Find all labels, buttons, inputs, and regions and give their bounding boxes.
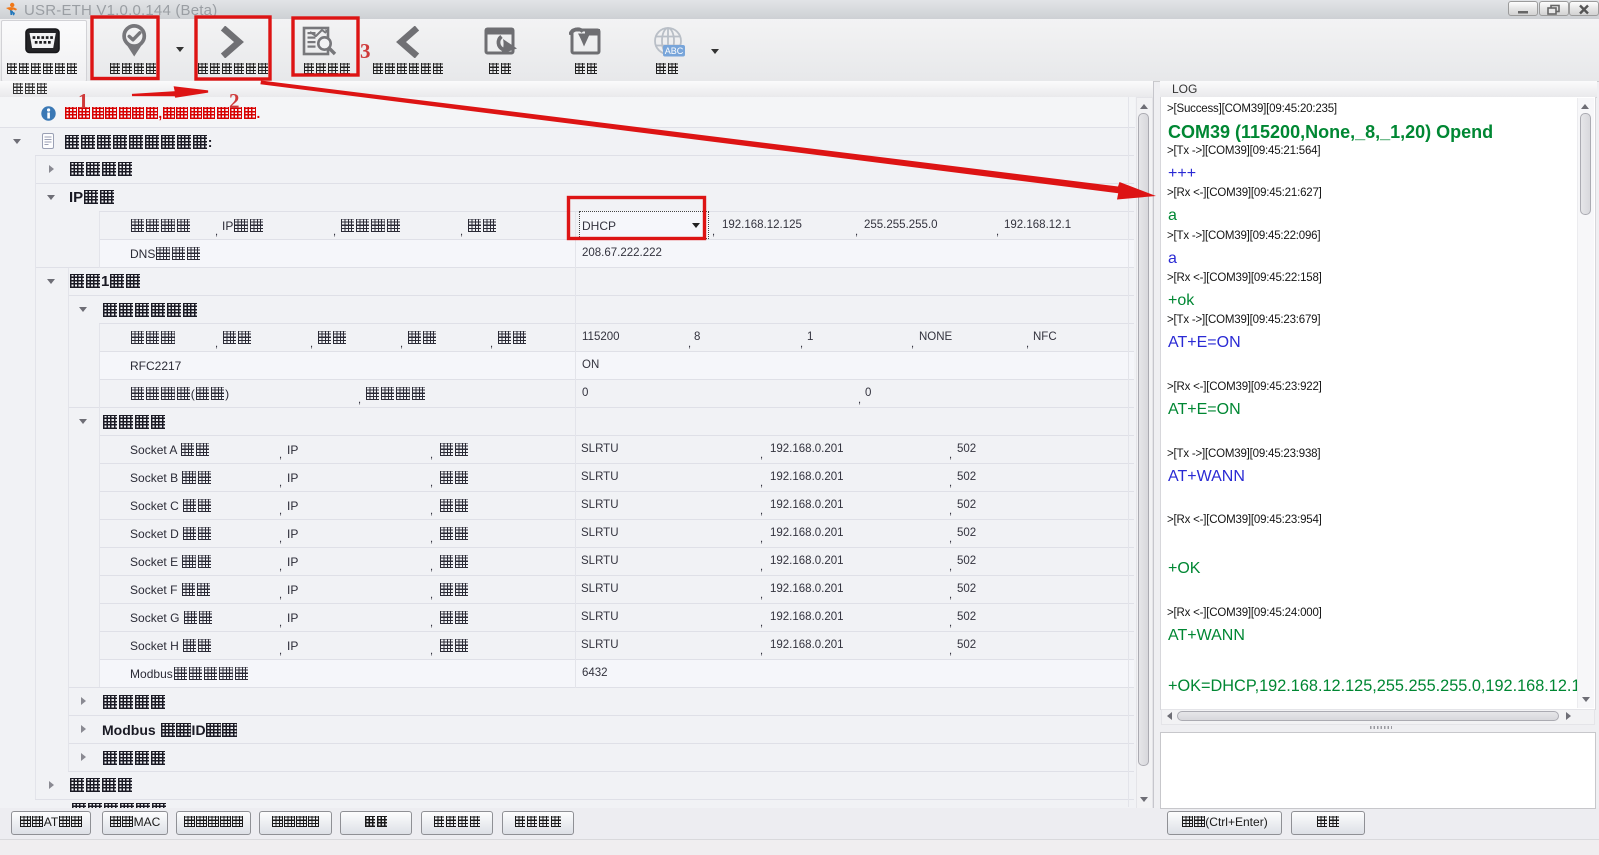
svg-text:ABC: ABC bbox=[665, 46, 684, 56]
